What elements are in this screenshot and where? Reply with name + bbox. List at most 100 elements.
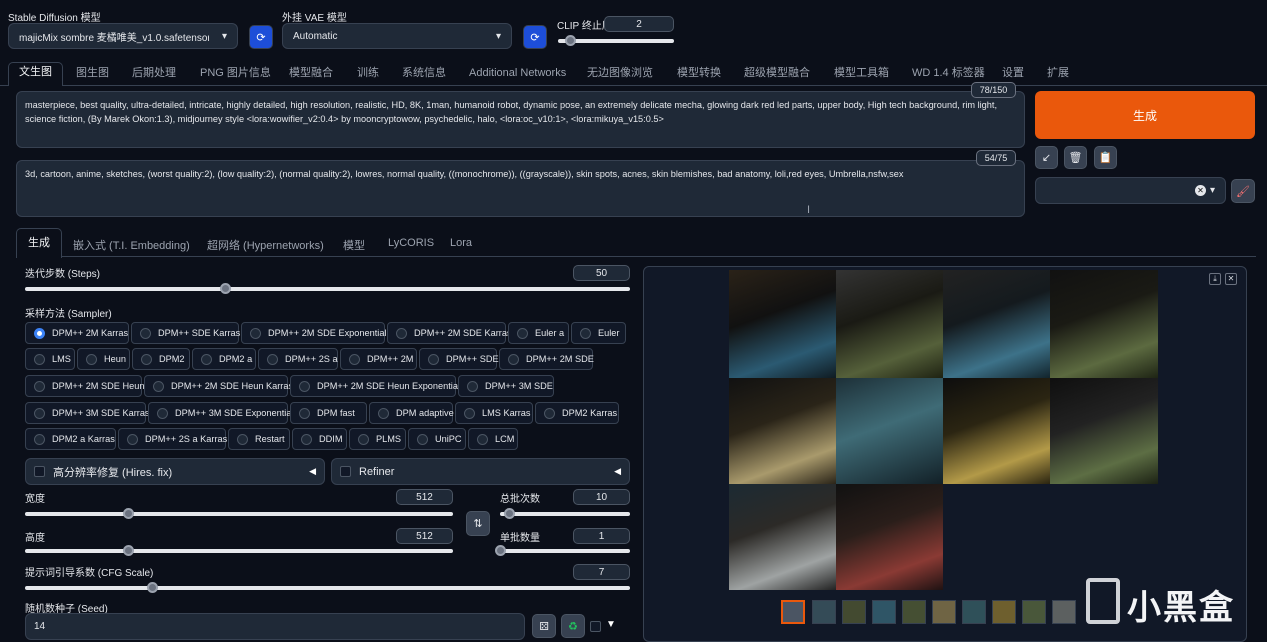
tab-png-info[interactable]: PNG 图片信息 <box>200 66 271 86</box>
sampler-option[interactable]: DPM++ 2M SDE Heun Karras <box>144 375 293 397</box>
sampler-option[interactable]: Restart <box>228 428 290 450</box>
sampler-option[interactable]: DPM++ 3M SDE Karras <box>25 402 150 424</box>
gallery-thumbnail[interactable] <box>932 600 956 624</box>
tab-img2img[interactable]: 图生图 <box>76 66 109 86</box>
sd-model-select[interactable]: majicMix sombre 麦橘唯美_v1.0.safetensors [c… <box>8 23 238 49</box>
width-slider[interactable] <box>25 508 453 519</box>
tab-model-convert[interactable]: 模型转换 <box>677 66 721 86</box>
clear-prompt-button[interactable]: 🗑 <box>1064 146 1087 169</box>
sampler-option[interactable]: Euler a <box>508 322 569 344</box>
negative-prompt-input[interactable]: 3d, cartoon, anime, sketches, (worst qua… <box>16 160 1025 217</box>
gallery-thumbnail[interactable] <box>902 600 926 624</box>
gallery-image[interactable] <box>943 270 1050 378</box>
gallery-thumbnail[interactable] <box>1052 600 1076 624</box>
gallery-image[interactable] <box>1050 270 1158 378</box>
sampler-option[interactable]: Euler <box>571 322 626 344</box>
sampler-option[interactable]: PLMS <box>349 428 406 450</box>
sampler-option[interactable]: DPM++ 2S a Karras <box>118 428 227 450</box>
gallery-image[interactable] <box>729 484 836 590</box>
apply-style-button[interactable]: 🖌 <box>1231 179 1255 203</box>
subtab-generate[interactable]: 生成 <box>16 228 62 258</box>
sampler-option[interactable]: DPM2 Karras <box>535 402 619 424</box>
gallery-image[interactable] <box>943 378 1050 484</box>
clip-value-input[interactable]: 2 <box>604 16 674 32</box>
gallery-thumbnail[interactable] <box>1022 600 1046 624</box>
sampler-option[interactable]: DPM++ 2S a <box>258 348 338 370</box>
swap-dimensions-button[interactable]: ⇅ <box>466 511 490 536</box>
gallery-thumbnail[interactable] <box>842 600 866 624</box>
subtab-embedding[interactable]: 嵌入式 (T.I. Embedding) <box>73 237 190 253</box>
height-slider-thumb[interactable] <box>122 545 134 556</box>
tab-train[interactable]: 训练 <box>357 66 379 86</box>
subtab-lycoris[interactable]: LyCORIS <box>388 237 434 249</box>
cfg-slider[interactable] <box>25 582 630 593</box>
gallery-image[interactable] <box>836 270 943 378</box>
refiner-accordion[interactable]: Refiner ◀ <box>331 458 630 485</box>
tab-txt2img[interactable]: 文生图 <box>8 62 63 86</box>
clip-slider-thumb[interactable] <box>564 35 576 46</box>
sampler-option[interactable]: DPM++ 2M Karras <box>25 322 129 344</box>
close-icon[interactable]: ✕ <box>1225 273 1237 285</box>
sampler-option[interactable]: Heun <box>77 348 130 370</box>
gallery-thumbnail[interactable] <box>992 600 1016 624</box>
sampler-option[interactable]: DPM++ 2M SDE <box>499 348 594 370</box>
gallery-thumbnail[interactable] <box>872 600 896 624</box>
sampler-option[interactable]: DDIM <box>292 428 347 450</box>
gallery-image[interactable] <box>1050 378 1158 484</box>
sampler-option[interactable]: DPM++ SDE Karras <box>131 322 240 344</box>
refresh-vae-button[interactable]: ⟳ <box>523 25 547 49</box>
tab-infinite-browser[interactable]: 无边图像浏览 <box>587 66 653 86</box>
tab-additional-networks[interactable]: Additional Networks <box>469 66 566 86</box>
batch-size-slider[interactable] <box>495 545 630 556</box>
cfg-slider-thumb[interactable] <box>147 582 159 593</box>
reuse-seed-button[interactable]: ♻ <box>561 614 585 638</box>
steps-slider-thumb[interactable] <box>219 283 231 294</box>
seed-input[interactable]: 14 <box>25 613 525 640</box>
height-input[interactable]: 512 <box>396 528 453 544</box>
batch-size-slider-thumb[interactable] <box>495 545 506 556</box>
clear-icon[interactable]: ✕ <box>1194 185 1206 196</box>
download-icon[interactable]: ⤓ <box>1209 273 1221 285</box>
sampler-option[interactable]: DPM2 a <box>192 348 256 370</box>
tab-model-toolbox[interactable]: 模型工具箱 <box>834 66 889 86</box>
positive-prompt-input[interactable]: masterpiece, best quality, ultra-detaile… <box>16 91 1025 148</box>
width-slider-thumb[interactable] <box>122 508 134 519</box>
sampler-option[interactable]: DPM++ 3M SDE Exponential <box>148 402 293 424</box>
sampler-option[interactable]: DPM++ 2M SDE Exponential <box>241 322 386 344</box>
extra-seed-checkbox[interactable] <box>590 621 601 632</box>
clip-slider[interactable] <box>558 35 674 46</box>
steps-input[interactable]: 50 <box>573 265 630 281</box>
sampler-option[interactable]: DPM++ 2M SDE Heun Exponential <box>290 375 460 397</box>
gallery-image[interactable] <box>836 378 943 484</box>
batch-count-slider[interactable] <box>500 508 630 519</box>
batch-size-input[interactable]: 1 <box>573 528 630 544</box>
refiner-checkbox[interactable] <box>340 466 351 477</box>
sampler-option[interactable]: DPM++ 2M <box>340 348 417 370</box>
styles-button[interactable]: 📋 <box>1094 146 1117 169</box>
random-seed-button[interactable]: ⚄ <box>532 614 556 638</box>
sampler-option[interactable]: DPM++ 3M SDE <box>458 375 554 397</box>
width-input[interactable]: 512 <box>396 489 453 505</box>
tab-extras[interactable]: 后期处理 <box>132 66 176 86</box>
hires-fix-checkbox[interactable] <box>34 466 45 477</box>
refresh-model-button[interactable]: ⟳ <box>249 25 273 49</box>
gallery-image[interactable] <box>729 270 836 378</box>
sampler-option[interactable]: LMS Karras <box>455 402 533 424</box>
sampler-option[interactable]: DPM++ 2M SDE Heun <box>25 375 144 397</box>
gallery-image[interactable] <box>836 484 943 590</box>
hires-fix-accordion[interactable]: 高分辨率修复 (Hires. fix) ◀ <box>25 458 325 485</box>
subtab-hypernetworks[interactable]: 超网络 (Hypernetworks) <box>207 237 324 253</box>
batch-count-input[interactable]: 10 <box>573 489 630 505</box>
gallery-thumbnail[interactable] <box>781 600 805 624</box>
batch-count-slider-thumb[interactable] <box>504 508 516 519</box>
sampler-option[interactable]: DPM++ 2M SDE Karras <box>387 322 512 344</box>
read-params-button[interactable]: ↙ <box>1035 146 1058 169</box>
generate-button[interactable]: 生成 <box>1035 91 1255 139</box>
height-slider[interactable] <box>25 545 453 556</box>
steps-slider[interactable] <box>25 283 630 294</box>
sampler-option[interactable]: LCM <box>468 428 518 450</box>
cfg-input[interactable]: 7 <box>573 564 630 580</box>
tab-merge[interactable]: 模型融合 <box>289 66 333 86</box>
sampler-option[interactable]: LMS <box>25 348 75 370</box>
subtab-lora[interactable]: Lora <box>450 237 472 249</box>
